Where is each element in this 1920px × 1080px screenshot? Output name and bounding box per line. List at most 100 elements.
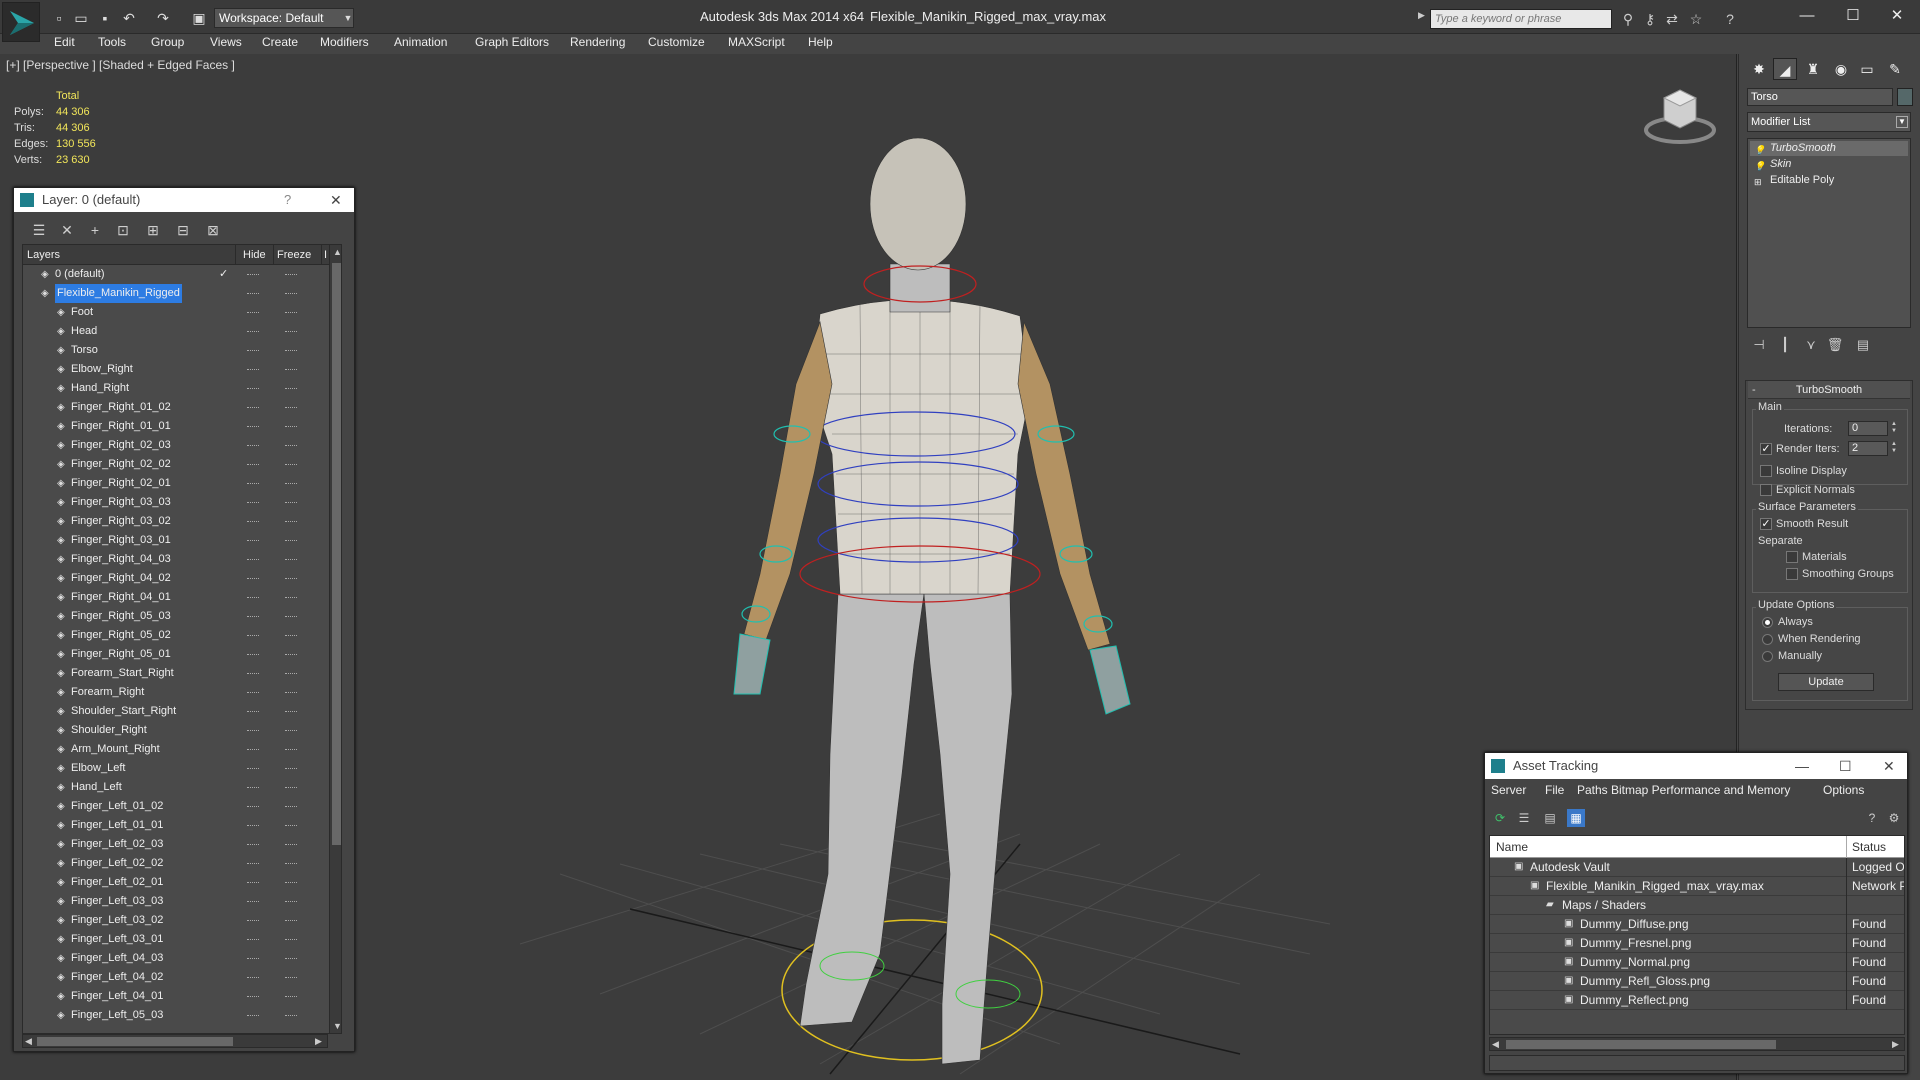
freeze-toggle[interactable] <box>285 540 297 541</box>
freeze-toggle[interactable] <box>285 901 297 902</box>
always-radio[interactable] <box>1762 617 1773 628</box>
layer-object-row[interactable]: ◈ Finger_Left_03_03 <box>23 892 329 911</box>
close-icon[interactable]: ✕ <box>1883 753 1895 779</box>
layer-object-row[interactable]: ◈ Finger_Left_01_01 <box>23 816 329 835</box>
horizontal-scrollbar[interactable]: ◀ ▶ <box>1489 1037 1905 1051</box>
hide-toggle[interactable] <box>247 274 259 275</box>
hide-toggle[interactable] <box>247 521 259 522</box>
hide-toggle[interactable] <box>247 407 259 408</box>
column-hide[interactable]: Hide <box>243 249 266 261</box>
freeze-toggle[interactable] <box>285 445 297 446</box>
hide-toggle[interactable] <box>247 369 259 370</box>
freeze-toggle[interactable] <box>285 692 297 693</box>
collapse-icon[interactable]: - <box>1752 381 1756 399</box>
menu-animation[interactable]: Animation <box>394 35 447 49</box>
scroll-left-icon[interactable]: ◀ <box>25 1036 32 1047</box>
hide-toggle[interactable] <box>247 616 259 617</box>
context-help-icon[interactable]: ⚙ <box>1885 809 1903 827</box>
layer-object-row[interactable]: ◈ Hand_Left <box>23 778 329 797</box>
layer-object-row[interactable]: ◈ Finger_Left_04_01 <box>23 987 329 1006</box>
layer-object-row[interactable]: ◈ Elbow_Left <box>23 759 329 778</box>
current-layer-check-icon[interactable]: ✓ <box>219 265 228 284</box>
layer-object-row[interactable]: ◈ Finger_Left_02_03 <box>23 835 329 854</box>
stack-item-editable-poly[interactable]: ⊞ Editable Poly <box>1750 173 1908 188</box>
layer-object-row[interactable]: ◈ Finger_Right_03_01 <box>23 531 329 550</box>
layer-object-row[interactable]: ◈ Finger_Right_03_02 <box>23 512 329 531</box>
stack-item-turbosmooth[interactable]: 💡 TurboSmooth <box>1750 141 1908 156</box>
freeze-toggle[interactable] <box>285 958 297 959</box>
menu-file[interactable]: File <box>1545 783 1564 797</box>
hide-toggle[interactable] <box>247 293 259 294</box>
freeze-toggle[interactable] <box>285 388 297 389</box>
redo-icon[interactable]: ↷ <box>154 10 172 26</box>
column-name[interactable]: Name <box>1496 840 1528 854</box>
layer-object-row[interactable]: ◈ Finger_Left_02_02 <box>23 854 329 873</box>
modify-tab-icon[interactable]: ◢ <box>1773 58 1797 80</box>
scroll-thumb[interactable] <box>37 1037 233 1046</box>
hide-toggle[interactable] <box>247 749 259 750</box>
star-icon[interactable]: ☆ <box>1686 10 1706 28</box>
layer-object-row[interactable]: ◈ Finger_Left_04_03 <box>23 949 329 968</box>
hide-toggle[interactable] <box>247 1015 259 1016</box>
freeze-toggle[interactable] <box>285 616 297 617</box>
layer-object-row[interactable]: ◈ Finger_Right_02_02 <box>23 455 329 474</box>
menu-views[interactable]: Views <box>210 35 242 49</box>
select-layer-icon[interactable]: ⊡ <box>112 220 134 240</box>
smooth-result-checkbox[interactable]: ✓ <box>1760 518 1772 530</box>
freeze-toggle[interactable] <box>285 882 297 883</box>
pin-stack-icon[interactable]: ⊣ <box>1749 337 1769 355</box>
hide-toggle[interactable] <box>247 312 259 313</box>
close-icon[interactable]: ✕ <box>330 188 342 212</box>
freeze-toggle[interactable] <box>285 312 297 313</box>
freeze-toggle[interactable] <box>285 996 297 997</box>
layer-row-flexible-manikin[interactable]: ◈ Flexible_Manikin_Rigged <box>23 284 329 303</box>
freeze-toggle[interactable] <box>285 426 297 427</box>
layer-object-row[interactable]: ◈ Finger_Left_03_02 <box>23 911 329 930</box>
isoline-display-checkbox[interactable] <box>1760 465 1772 477</box>
manually-radio[interactable] <box>1762 651 1773 662</box>
column-status[interactable]: Status <box>1852 840 1886 854</box>
hide-toggle[interactable] <box>247 350 259 351</box>
freeze-toggle[interactable] <box>285 407 297 408</box>
freeze-toggle[interactable] <box>285 521 297 522</box>
menu-rendering[interactable]: Rendering <box>570 35 625 49</box>
scroll-left-icon[interactable]: ◀ <box>1492 1039 1499 1050</box>
manikin-hand-left[interactable] <box>1089 645 1131 715</box>
hide-toggle[interactable] <box>247 863 259 864</box>
render-iters-checkbox[interactable]: ✓ <box>1760 443 1772 455</box>
rollout-header[interactable]: - TurboSmooth <box>1748 381 1910 399</box>
freeze-toggle[interactable] <box>285 711 297 712</box>
hide-toggle[interactable] <box>247 977 259 978</box>
asset-row[interactable]: ▣ Dummy_Diffuse.png Found <box>1490 915 1904 934</box>
remove-modifier-icon[interactable]: 🗑 <box>1825 337 1845 355</box>
asset-row[interactable]: ▣ Dummy_Fresnel.png Found <box>1490 934 1904 953</box>
list-view-icon[interactable]: ☰ <box>1515 809 1533 827</box>
lightbulb-icon[interactable]: 💡 <box>1754 143 1765 158</box>
add-layer-icon[interactable]: + <box>84 220 106 240</box>
layer-object-row[interactable]: ◈ Forearm_Start_Right <box>23 664 329 683</box>
layer-properties-icon[interactable]: ⊟ <box>172 220 194 240</box>
stack-item-skin[interactable]: 💡 Skin <box>1750 157 1908 172</box>
materials-checkbox[interactable] <box>1786 551 1798 563</box>
horizontal-scrollbar[interactable]: ◀ ▶ <box>22 1034 328 1048</box>
layer-object-row[interactable]: ◈ Finger_Left_02_01 <box>23 873 329 892</box>
hide-toggle[interactable] <box>247 958 259 959</box>
layer-object-row[interactable]: ◈ Finger_Left_01_02 <box>23 797 329 816</box>
maximize-icon[interactable]: ☐ <box>1839 753 1852 779</box>
column-render[interactable]: I <box>324 249 327 261</box>
menu-modifiers[interactable]: Modifiers <box>320 35 369 49</box>
freeze-toggle[interactable] <box>285 730 297 731</box>
make-unique-icon[interactable]: ⋎ <box>1801 337 1821 355</box>
render-iters-spinner[interactable]: 2 <box>1848 441 1888 456</box>
asset-row[interactable]: ▣ Autodesk Vault Logged Out <box>1490 858 1904 877</box>
hide-toggle[interactable] <box>247 806 259 807</box>
hide-toggle[interactable] <box>247 331 259 332</box>
hide-toggle[interactable] <box>247 654 259 655</box>
freeze-toggle[interactable] <box>285 787 297 788</box>
save-icon[interactable]: ▪ <box>96 10 114 26</box>
freeze-toggle[interactable] <box>285 274 297 275</box>
explicit-normals-checkbox[interactable] <box>1760 484 1772 496</box>
smoothing-groups-checkbox[interactable] <box>1786 568 1798 580</box>
layer-object-row[interactable]: ◈ Forearm_Right <box>23 683 329 702</box>
layer-object-row[interactable]: ◈ Finger_Right_05_02 <box>23 626 329 645</box>
